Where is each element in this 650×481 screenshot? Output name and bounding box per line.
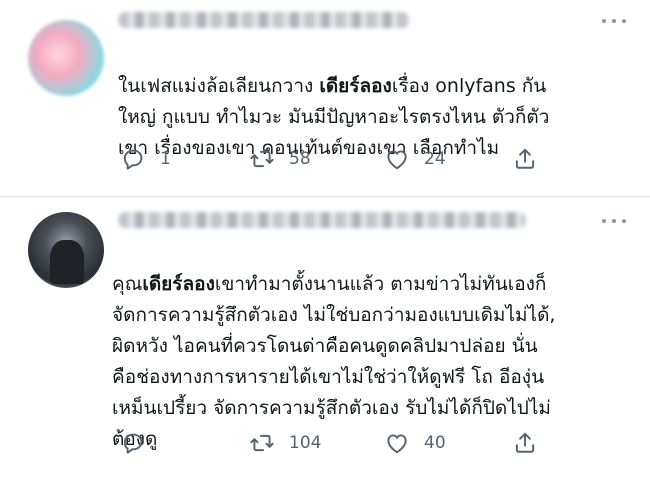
tweet-text-part: คุณ	[112, 273, 143, 295]
retweet-count: 58	[289, 149, 311, 169]
reply-button[interactable]	[120, 426, 160, 460]
divider	[0, 196, 650, 197]
like-button[interactable]: 24	[384, 142, 446, 176]
blurred-user-header	[118, 12, 410, 28]
like-icon	[387, 150, 407, 170]
more-icon[interactable]	[602, 16, 626, 26]
like-count: 24	[424, 149, 446, 169]
share-button[interactable]	[512, 142, 538, 176]
like-count: 40	[424, 433, 446, 453]
like-icon	[387, 434, 407, 454]
reply-count: 1	[160, 149, 171, 169]
action-bar: 1 58 24	[0, 142, 650, 176]
avatar[interactable]	[28, 20, 104, 96]
tweet-text: คุณเดียร์ลองเขาทำมาตั้งนานแล้ว ตามข่าวไม…	[112, 238, 626, 455]
retweet-button[interactable]: 58	[249, 142, 311, 176]
avatar[interactable]	[28, 212, 104, 288]
tweet-text-bold: เดียร์ลอง	[319, 75, 392, 97]
tweet-text-part: เขาทำมาตั้งนานแล้ว ตามข่าวไม่ทันเองก็ จั…	[112, 273, 556, 450]
like-button[interactable]: 40	[384, 426, 446, 460]
retweet-icon	[250, 150, 274, 168]
retweet-count: 104	[289, 433, 322, 453]
tweet-text-part: ในเฟสแม่งล้อเลียนกวาง	[118, 75, 320, 97]
tweet-1[interactable]: ในเฟสแม่งล้อเลียนกวาง เดียร์ลองเรื่อง on…	[0, 0, 650, 196]
retweet-icon	[250, 434, 274, 452]
more-icon[interactable]	[602, 216, 626, 226]
reply-icon	[123, 149, 143, 170]
retweet-button[interactable]: 104	[249, 426, 321, 460]
share-icon	[515, 432, 535, 453]
reply-button[interactable]: 1	[120, 142, 171, 176]
reply-icon	[123, 433, 143, 454]
blurred-user-header	[118, 212, 526, 228]
share-icon	[515, 148, 535, 169]
tweet-2[interactable]: คุณเดียร์ลองเขาทำมาตั้งนานแล้ว ตามข่าวไม…	[0, 198, 650, 481]
tweet-text-bold: เดียร์ลอง	[142, 273, 215, 295]
action-bar: 104 40	[0, 426, 650, 460]
share-button[interactable]	[512, 426, 538, 460]
